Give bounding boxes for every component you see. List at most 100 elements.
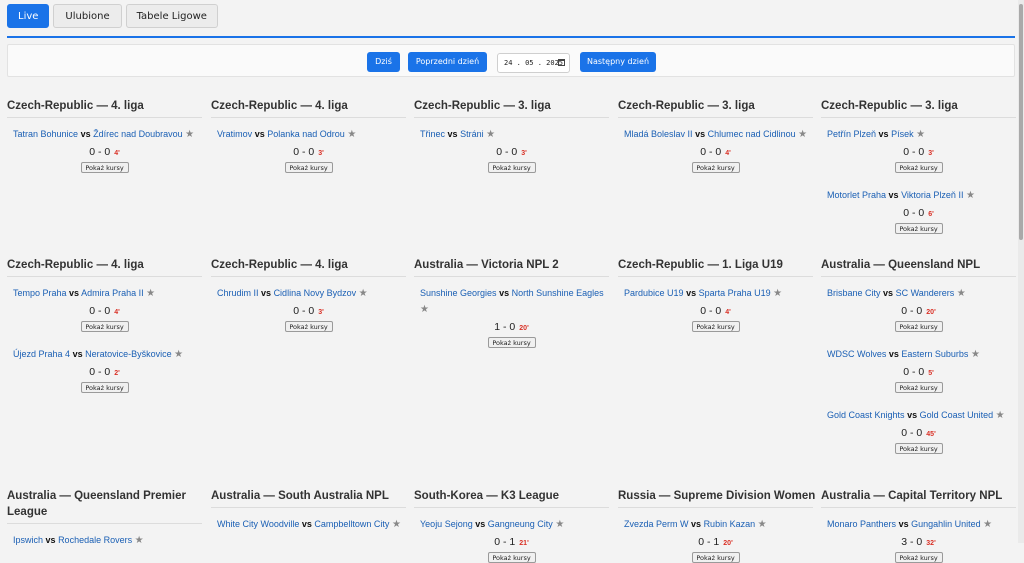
home-team-link[interactable]: Vratimov <box>217 129 252 139</box>
favorite-star-icon[interactable]: ★ <box>185 129 194 140</box>
away-team-link[interactable]: SC Wanderers <box>896 288 955 298</box>
favorite-star-icon[interactable]: ★ <box>966 190 975 201</box>
show-odds-button[interactable]: Pokaż kursy <box>894 321 943 332</box>
home-team-link[interactable]: Chrudim II <box>217 288 259 298</box>
home-team-link[interactable]: Tempo Praha <box>13 288 67 298</box>
home-team-link[interactable]: Motorlet Praha <box>827 190 886 200</box>
today-button[interactable]: Dziś <box>367 52 400 72</box>
show-odds-button[interactable]: Pokaż kursy <box>80 162 129 173</box>
show-odds-button[interactable]: Pokaż kursy <box>691 162 740 173</box>
away-team-link[interactable]: Stráni <box>460 129 484 139</box>
tab-league-tables[interactable]: Tabele Ligowe <box>125 4 218 28</box>
away-team-link[interactable]: Rochedale Rovers <box>58 535 132 545</box>
match-entry: Pardubice U19 vs Sparta Praha U19 ★ 0 - 0… <box>618 285 813 332</box>
favorite-star-icon[interactable]: ★ <box>916 129 925 140</box>
home-team-link[interactable]: Gold Coast Knights <box>827 410 905 420</box>
league-title-underline <box>414 117 609 118</box>
match-teams: Motorlet Praha vs Viktoria Plzeň II ★ <box>821 187 1016 204</box>
league-block: Australia — Queensland NPL Brisbane City … <box>821 257 1016 454</box>
favorite-star-icon[interactable]: ★ <box>146 288 155 299</box>
show-odds-button[interactable]: Pokaż kursy <box>894 443 943 454</box>
away-team-link[interactable]: Cidlina Novy Bydzov <box>274 288 357 298</box>
away-team-link[interactable]: Rubin Kazan <box>704 519 756 529</box>
away-team-link[interactable]: Sparta Praha U19 <box>699 288 771 298</box>
away-team-link[interactable]: Eastern Suburbs <box>901 349 968 359</box>
match-teams: Ipswich vs Rochedale Rovers ★ <box>7 532 202 549</box>
home-team-link[interactable]: Ipswich <box>13 535 43 545</box>
away-team-link[interactable]: Gold Coast United <box>920 410 994 420</box>
scrollbar[interactable] <box>1018 0 1024 543</box>
away-team-link[interactable]: Neratovice-Byškovice <box>85 349 172 359</box>
away-team-link[interactable]: Viktoria Plzeň II <box>901 190 963 200</box>
favorite-star-icon[interactable]: ★ <box>486 129 495 140</box>
show-odds-button[interactable]: Pokaż kursy <box>284 321 333 332</box>
away-team-link[interactable]: Ždírec nad Doubravou <box>93 129 183 139</box>
home-team-link[interactable]: Újezd Praha 4 <box>13 349 70 359</box>
home-team-link[interactable]: WDSC Wolves <box>827 349 886 359</box>
league-title-underline <box>821 507 1016 508</box>
show-odds-button[interactable]: Pokaż kursy <box>894 223 943 234</box>
home-team-link[interactable]: Monaro Panthers <box>827 519 896 529</box>
date-input[interactable]: 24 . 05 . 2025 <box>497 53 570 73</box>
show-odds-button[interactable]: Pokaż kursy <box>691 321 740 332</box>
score-line: 0 - 0 3' <box>821 145 1016 161</box>
away-team-link[interactable]: Campbelltown City <box>314 519 389 529</box>
home-team-link[interactable]: Mladá Boleslav II <box>624 129 693 139</box>
favorite-star-icon[interactable]: ★ <box>971 349 980 360</box>
favorite-star-icon[interactable]: ★ <box>420 304 429 315</box>
next-day-button[interactable]: Następny dzień <box>580 52 656 72</box>
favorite-star-icon[interactable]: ★ <box>773 288 782 299</box>
calendar-icon[interactable] <box>558 59 565 66</box>
away-team-link[interactable]: Admira Praha II <box>81 288 144 298</box>
score-line: 0 - 0 6' <box>821 206 1016 222</box>
home-team-link[interactable]: Tatran Bohunice <box>13 129 78 139</box>
show-odds-button[interactable]: Pokaż kursy <box>487 337 536 348</box>
away-team-link[interactable]: Chlumec nad Cidlinou <box>708 129 796 139</box>
favorite-star-icon[interactable]: ★ <box>758 519 767 530</box>
home-team-link[interactable]: White City Woodville <box>217 519 299 529</box>
match-score: 0 - 1 <box>698 536 720 548</box>
favorite-star-icon[interactable]: ★ <box>174 349 183 360</box>
away-team-link[interactable]: Polanka nad Odrou <box>267 129 345 139</box>
tab-favorites[interactable]: Ulubione <box>53 4 122 28</box>
home-team-link[interactable]: Yeoju Sejong <box>420 519 473 529</box>
away-team-link[interactable]: Gangneung City <box>488 519 553 529</box>
favorite-star-icon[interactable]: ★ <box>983 519 992 530</box>
home-team-link[interactable]: Petřín Plzeň <box>827 129 876 139</box>
show-odds-button[interactable]: Pokaż kursy <box>487 552 536 563</box>
vs-label: vs <box>69 288 80 298</box>
favorite-star-icon[interactable]: ★ <box>957 288 966 299</box>
vs-label: vs <box>447 129 458 139</box>
home-team-link[interactable]: Sunshine Georgies <box>420 288 497 298</box>
favorite-star-icon[interactable]: ★ <box>359 288 368 299</box>
show-odds-button[interactable]: Pokaż kursy <box>894 382 943 393</box>
score-line: 0 - 0 45' <box>821 426 1016 442</box>
score-line: 0 - 0 2' <box>7 365 202 381</box>
favorite-star-icon[interactable]: ★ <box>347 129 356 140</box>
away-team-link[interactable]: Gungahlin United <box>911 519 981 529</box>
show-odds-button[interactable]: Pokaż kursy <box>894 162 943 173</box>
show-odds-button[interactable]: Pokaż kursy <box>691 552 740 563</box>
tab-live[interactable]: Live <box>7 4 50 28</box>
home-team-link[interactable]: Třinec <box>420 129 445 139</box>
home-team-link[interactable]: Zvezda Perm W <box>624 519 689 529</box>
league-title: Czech-Republic — 4. liga <box>211 100 348 112</box>
show-odds-button[interactable]: Pokaż kursy <box>894 552 943 563</box>
match-teams: Tatran Bohunice vs Ždírec nad Doubravou … <box>7 126 202 143</box>
favorite-star-icon[interactable]: ★ <box>996 410 1005 421</box>
home-team-link[interactable]: Pardubice U19 <box>624 288 684 298</box>
vs-label: vs <box>898 519 909 529</box>
favorite-star-icon[interactable]: ★ <box>555 519 564 530</box>
scrollbar-thumb[interactable] <box>1019 4 1023 240</box>
favorite-star-icon[interactable]: ★ <box>798 129 807 140</box>
home-team-link[interactable]: Brisbane City <box>827 288 881 298</box>
show-odds-button[interactable]: Pokaż kursy <box>487 162 536 173</box>
favorite-star-icon[interactable]: ★ <box>135 535 144 546</box>
show-odds-button[interactable]: Pokaż kursy <box>80 382 129 393</box>
favorite-star-icon[interactable]: ★ <box>392 519 401 530</box>
away-team-link[interactable]: North Sunshine Eagles <box>512 288 604 298</box>
away-team-link[interactable]: Písek <box>891 129 914 139</box>
show-odds-button[interactable]: Pokaż kursy <box>284 162 333 173</box>
previous-day-button[interactable]: Poprzedni dzień <box>408 52 487 72</box>
show-odds-button[interactable]: Pokaż kursy <box>80 321 129 332</box>
